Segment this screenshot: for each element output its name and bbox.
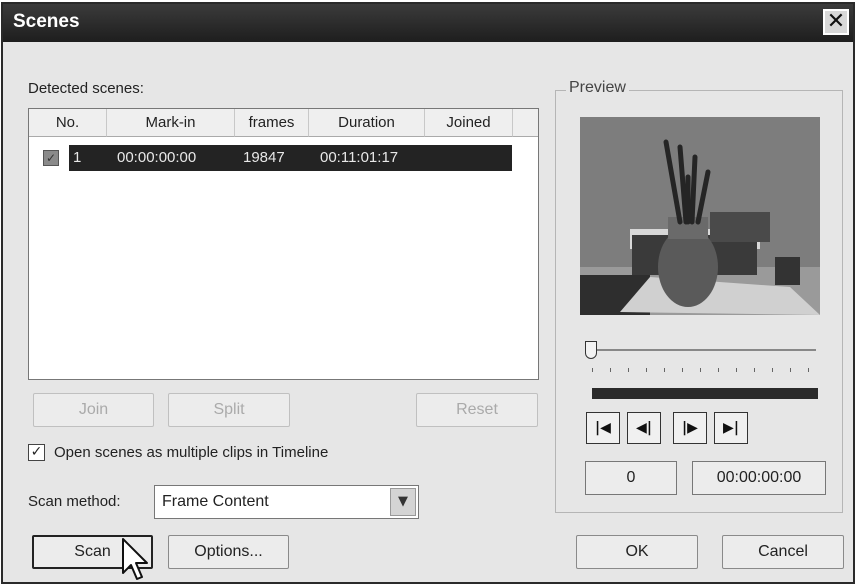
- scenes-list[interactable]: No. Mark-in frames Duration Joined ✓ 1 0…: [28, 108, 539, 380]
- column-header-frames[interactable]: frames: [235, 109, 309, 137]
- chevron-down-icon[interactable]: ▼: [390, 488, 416, 516]
- preview-slider-track[interactable]: [592, 349, 816, 351]
- title-bar: Scenes ✕: [3, 4, 853, 42]
- close-icon: ✕: [826, 9, 846, 34]
- go-to-start-icon: |◀: [595, 420, 611, 436]
- multiple-clips-checkbox[interactable]: ✓: [28, 444, 45, 461]
- go-to-end-button[interactable]: ▶|: [714, 412, 748, 444]
- preview-slider-thumb[interactable]: [585, 341, 597, 359]
- scan-method-value: Frame Content: [162, 493, 269, 510]
- column-header-no[interactable]: No.: [29, 109, 107, 137]
- scan-method-select[interactable]: Frame Content ▼: [154, 485, 419, 519]
- frame-number-field[interactable]: 0: [585, 461, 677, 495]
- scene-checkbox[interactable]: ✓: [43, 150, 59, 166]
- cancel-button[interactable]: Cancel: [722, 535, 844, 569]
- column-header-filler: [513, 109, 538, 137]
- ok-button[interactable]: OK: [576, 535, 698, 569]
- step-back-button[interactable]: ◀|: [627, 412, 661, 444]
- preview-frame-image: [580, 117, 820, 315]
- preview-slider-ticks: [592, 368, 816, 372]
- multiple-clips-label: Open scenes as multiple clips in Timelin…: [54, 444, 329, 461]
- scene-duration: 00:11:01:17: [320, 149, 399, 166]
- preview-image: [580, 117, 820, 315]
- go-to-end-icon: ▶|: [723, 420, 739, 436]
- reset-button[interactable]: Reset: [416, 393, 538, 427]
- preview-label: Preview: [566, 79, 629, 97]
- column-header-mark-in[interactable]: Mark-in: [107, 109, 235, 137]
- step-back-icon: ◀|: [636, 420, 652, 436]
- detected-scenes-label: Detected scenes:: [28, 80, 144, 97]
- timecode-field[interactable]: 00:00:00:00: [692, 461, 826, 495]
- scan-method-label: Scan method:: [28, 493, 121, 510]
- close-button[interactable]: ✕: [823, 9, 849, 35]
- scene-number: 1: [73, 149, 82, 166]
- column-header-duration[interactable]: Duration: [309, 109, 425, 137]
- mouse-cursor-icon: [122, 538, 148, 580]
- preview-progress-bar: [592, 388, 818, 399]
- options-button[interactable]: Options...: [168, 535, 289, 569]
- split-button[interactable]: Split: [168, 393, 290, 427]
- window-title: Scenes: [13, 11, 80, 32]
- step-forward-button[interactable]: |▶: [673, 412, 707, 444]
- join-button[interactable]: Join: [33, 393, 154, 427]
- go-to-start-button[interactable]: |◀: [586, 412, 620, 444]
- scene-frames: 19847: [243, 149, 285, 166]
- column-header-joined[interactable]: Joined: [425, 109, 513, 137]
- step-forward-icon: |▶: [682, 420, 698, 436]
- scene-mark-in: 00:00:00:00: [117, 149, 197, 166]
